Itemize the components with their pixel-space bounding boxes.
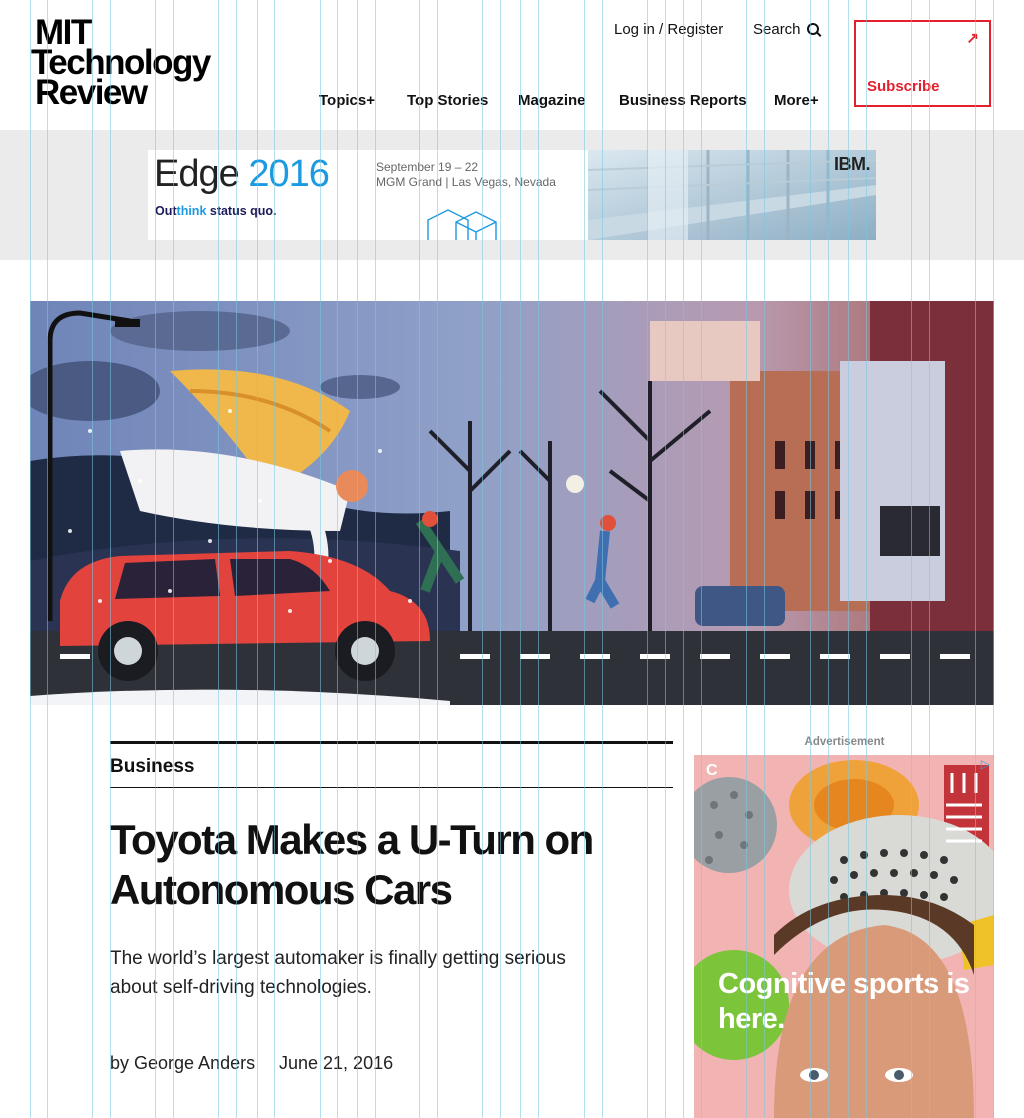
edge-2016-banner-ad[interactable]: Edge 2016 Outthink status quo. September…	[148, 150, 876, 240]
nav-magazine[interactable]: Magazine	[518, 92, 586, 109]
tag-think: think	[176, 204, 207, 218]
search-button[interactable]: Search	[753, 21, 819, 38]
subscribe-label: Subscribe	[867, 78, 940, 95]
adchoices-icon[interactable]: ▷	[981, 757, 990, 771]
banner-title: Edge 2016	[154, 153, 330, 196]
side-advertisement[interactable]: C ▷ Cognitive sports is here.	[694, 755, 994, 1118]
section-label[interactable]: Business	[110, 756, 194, 778]
side-ad-headline: Cognitive sports is here.	[718, 968, 970, 1035]
banner-tagline: Outthink status quo.	[155, 204, 277, 218]
section-rule	[110, 741, 673, 744]
banner-edge-word: Edge	[154, 153, 240, 195]
nav-top-stories[interactable]: Top Stories	[407, 92, 488, 109]
section-divider	[110, 787, 673, 788]
logo-line-review: Review	[35, 73, 148, 112]
login-register-link[interactable]: Log in / Register	[614, 21, 723, 38]
article-headline: Toyota Makes a U-Turn on Autonomous Cars	[110, 816, 594, 913]
ibm-logo: IBM.	[834, 154, 871, 174]
article-dek: The world’s largest automaker is finally…	[110, 948, 566, 998]
side-ad-artwork	[694, 760, 994, 1118]
tag-prefix: Out	[155, 204, 177, 218]
article-date: June 21, 2016	[279, 1053, 394, 1073]
nav-more[interactable]: More+	[774, 92, 819, 109]
advertisement-label: Advertisement	[804, 736, 885, 748]
convention-center-photo	[588, 150, 876, 240]
banner-venue: MGM Grand | Las Vegas, Nevada	[376, 175, 556, 189]
arrow-up-right-icon: ↗	[966, 30, 979, 47]
nav-topics[interactable]: Topics+	[319, 92, 375, 109]
banner-year: 2016	[248, 153, 330, 195]
ad-corner-mark: C	[706, 762, 718, 779]
tag-suffix: status quo.	[206, 204, 277, 218]
site-logo[interactable]: MIT Technology Review	[31, 15, 211, 112]
article-byline[interactable]: by George Anders	[110, 1053, 255, 1074]
subscribe-button[interactable]: ↗ Subscribe	[854, 20, 991, 107]
banner-details: September 19 – 22 MGM Grand | Las Vegas,…	[376, 160, 556, 190]
hero-illustration[interactable]	[30, 301, 994, 705]
nav-business-reports[interactable]: Business Reports	[619, 92, 747, 109]
banner-date: September 19 – 22	[376, 160, 479, 174]
search-label: Search	[753, 21, 801, 38]
search-icon	[806, 22, 819, 35]
isometric-cube-graphic	[427, 209, 497, 240]
